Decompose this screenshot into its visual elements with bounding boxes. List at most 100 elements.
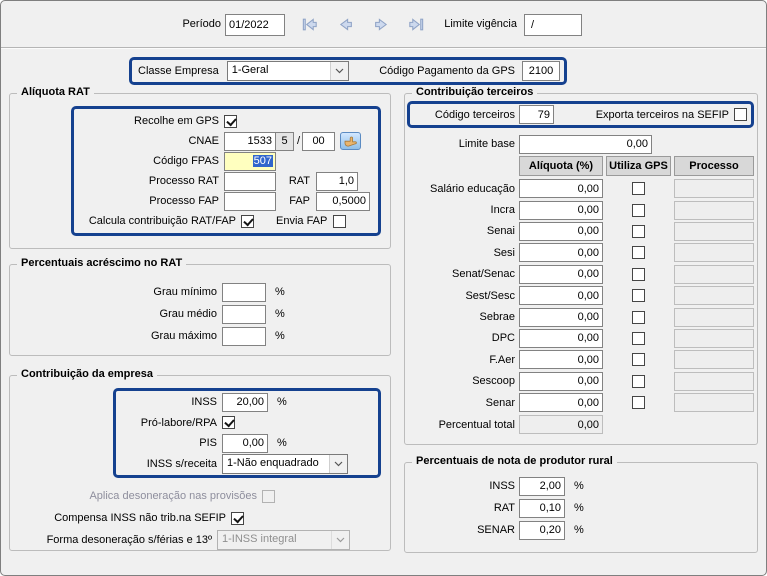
codigo-pagamento-gps-label: Código Pagamento da GPS — [379, 65, 515, 77]
rural-rat-input[interactable] — [519, 499, 565, 518]
terceiros-utiliza-gps-checkbox[interactable] — [632, 353, 645, 366]
compensa-inss-label: Compensa INSS não trib.na SEFIP — [10, 512, 231, 524]
next-record-icon — [373, 16, 390, 33]
cnae-input[interactable] — [224, 132, 276, 151]
table-row: Sebrae — [405, 306, 757, 327]
terceiros-utiliza-gps-checkbox[interactable] — [632, 182, 645, 195]
terceiros-utiliza-gps-checkbox[interactable] — [632, 268, 645, 281]
terceiros-utiliza-gps-checkbox[interactable] — [632, 311, 645, 324]
contribuicao-empresa-highlight: INSS % Pró-labore/RPA PIS % INSS s/recei… — [113, 388, 381, 478]
terceiros-aliquota-input[interactable] — [519, 179, 603, 198]
terceiros-aliquota-input[interactable] — [519, 372, 603, 391]
last-record-icon — [408, 16, 425, 33]
last-record-button[interactable] — [407, 16, 425, 34]
terceiros-utiliza-gps-cell — [606, 353, 671, 366]
terceiros-utiliza-gps-checkbox[interactable] — [632, 225, 645, 238]
terceiros-aliquota-input[interactable] — [519, 265, 603, 284]
calcula-contribuicao-checkbox[interactable] — [241, 215, 254, 228]
inss-label: INSS — [120, 396, 222, 408]
first-record-button[interactable] — [300, 16, 318, 34]
terceiros-aliquota-input[interactable] — [519, 201, 603, 220]
terceiros-row-label: Sebrae — [405, 311, 519, 323]
cnae-lookup-button[interactable] — [340, 132, 361, 150]
pis-input[interactable] — [222, 434, 268, 453]
terceiros-processo-input — [674, 222, 754, 241]
terceiros-processo-input — [674, 393, 754, 412]
fap-input[interactable] — [316, 192, 370, 211]
terceiros-aliquota-input[interactable] — [519, 329, 603, 348]
next-record-button[interactable] — [372, 16, 390, 34]
cnae-suffix-input[interactable] — [302, 132, 335, 151]
cnae-digit-input[interactable] — [275, 132, 294, 151]
rat-input[interactable] — [316, 172, 358, 191]
grau-minimo-label: Grau mínimo — [10, 286, 222, 298]
pro-labore-checkbox[interactable] — [222, 416, 235, 429]
inss-s-receita-label: INSS s/receita — [120, 458, 222, 470]
table-row: DPC — [405, 328, 757, 349]
rural-inss-label: INSS — [405, 480, 519, 492]
terceiros-aliquota-input[interactable] — [519, 350, 603, 369]
inss-s-receita-select[interactable]: 1-Não enquadrado — [222, 454, 348, 474]
terceiros-utiliza-gps-cell — [606, 225, 671, 238]
group-contribuicao-empresa-title: Contribuição da empresa — [17, 368, 157, 380]
processo-fap-label: Processo FAP — [78, 195, 224, 207]
classe-empresa-select[interactable]: 1-Geral — [227, 61, 349, 81]
terceiros-processo-input — [674, 179, 754, 198]
envia-fap-checkbox[interactable] — [333, 215, 346, 228]
rural-inss-input[interactable] — [519, 477, 565, 496]
terceiros-utiliza-gps-checkbox[interactable] — [632, 246, 645, 259]
terceiros-aliquota-input[interactable] — [519, 286, 603, 305]
calcula-contribuicao-label: Calcula contribuição RAT/FAP — [78, 215, 241, 227]
grau-minimo-input[interactable] — [222, 283, 266, 302]
envia-fap-label: Envia FAP — [276, 215, 327, 227]
forma-desoneracao-label: Forma desoneração s/férias e 13º — [10, 534, 217, 546]
terceiros-row-label: Senar — [405, 397, 519, 409]
codigo-terceiros-input[interactable] — [519, 105, 554, 124]
codigo-pagamento-gps-input[interactable] — [522, 61, 560, 81]
terceiros-utiliza-gps-checkbox[interactable] — [632, 396, 645, 409]
header-utiliza-gps: Utiliza GPS — [606, 156, 671, 176]
rural-rat-label: RAT — [405, 502, 519, 514]
previous-record-button[interactable] — [336, 16, 354, 34]
terceiros-utiliza-gps-checkbox[interactable] — [632, 332, 645, 345]
terceiros-aliquota-input[interactable] — [519, 308, 603, 327]
terceiros-processo-input — [674, 308, 754, 327]
terceiros-aliquota-input[interactable] — [519, 393, 603, 412]
rural-senar-input[interactable] — [519, 521, 565, 540]
terceiros-utiliza-gps-checkbox[interactable] — [632, 375, 645, 388]
table-row: Sescoop — [405, 371, 757, 392]
limite-base-row: Limite base — [405, 134, 757, 154]
compensa-inss-row: Compensa INSS não trib.na SEFIP — [10, 508, 390, 528]
grau-minimo-percent: % — [275, 286, 285, 298]
limite-vigencia-input[interactable] — [524, 14, 582, 36]
terceiros-utiliza-gps-checkbox[interactable] — [632, 289, 645, 302]
terceiros-utiliza-gps-checkbox[interactable] — [632, 204, 645, 217]
parametros-inss-window: Período Limite vigência Classe Empresa 1… — [0, 0, 767, 576]
grau-maximo-input[interactable] — [222, 327, 266, 346]
limite-vigencia-label: Limite vigência — [437, 18, 517, 30]
exporta-terceiros-checkbox[interactable] — [734, 108, 747, 121]
classe-empresa-highlight: Classe Empresa 1-Geral Código Pagamento … — [129, 57, 567, 85]
terceiros-row-label: F.Aer — [405, 354, 519, 366]
group-contribuicao-empresa: Contribuição da empresa INSS % Pró-labor… — [9, 375, 391, 551]
grau-maximo-label: Grau máximo — [10, 330, 222, 342]
recolhe-em-gps-checkbox[interactable] — [224, 115, 237, 128]
terceiros-aliquota-input[interactable] — [519, 222, 603, 241]
forma-desoneracao-select: 1-INSS integral — [217, 530, 350, 550]
periodo-input[interactable] — [225, 14, 285, 36]
inss-input[interactable] — [222, 393, 268, 412]
terceiros-utiliza-gps-cell — [606, 311, 671, 324]
terceiros-aliquota-input[interactable] — [519, 243, 603, 262]
grau-medio-input[interactable] — [222, 305, 266, 324]
limite-base-input[interactable] — [519, 135, 652, 154]
table-row: F.Aer — [405, 349, 757, 370]
codigo-fpas-input[interactable]: 507 — [224, 152, 276, 171]
processo-rat-input[interactable] — [224, 172, 276, 191]
fap-label: FAP — [276, 195, 316, 207]
table-row: Senat/Senac — [405, 264, 757, 285]
processo-fap-input[interactable] — [224, 192, 276, 211]
aliquota-rat-highlight: Recolhe em GPS CNAE / Código FPAS 507 — [71, 106, 381, 236]
percentual-total-row: Percentual total — [405, 414, 757, 435]
compensa-inss-checkbox[interactable] — [231, 512, 244, 525]
rural-rat-percent: % — [574, 502, 584, 514]
